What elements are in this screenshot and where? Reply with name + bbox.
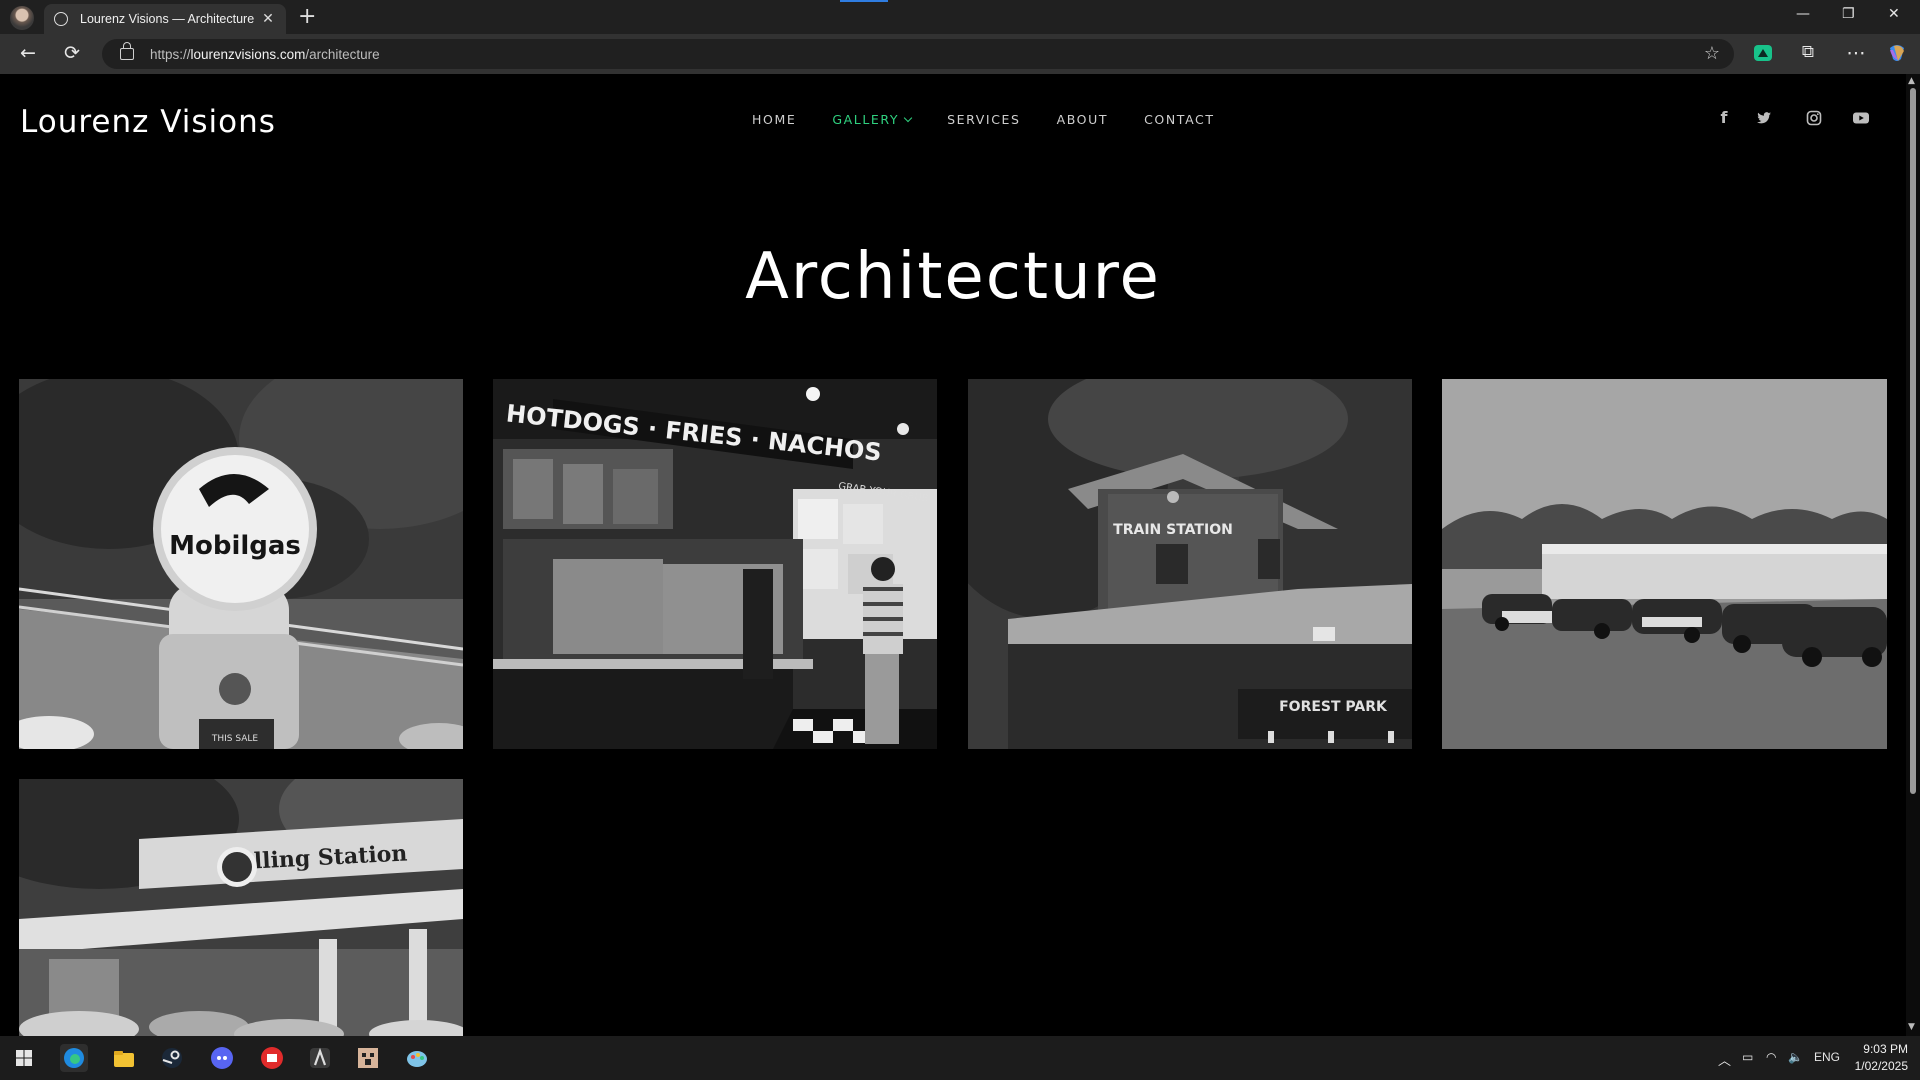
battery-icon[interactable]: ▭ (1742, 1050, 1753, 1064)
extension-green-icon[interactable] (1752, 42, 1774, 64)
mobilgas-sign-text: Mobilgas (169, 531, 301, 561)
clock-time: 9:03 PM (1863, 1042, 1908, 1056)
nav-services[interactable]: SERVICES (947, 112, 1020, 127)
clock-date: 1/02/2025 (1854, 1059, 1908, 1073)
favorite-star-icon[interactable]: ☆ (1704, 43, 1720, 64)
webpage: Lourenz Visions HOME GALLERY SERVICES AB… (0, 74, 1906, 1036)
edge-browser-icon[interactable] (60, 1044, 88, 1072)
close-tab-icon[interactable]: ✕ (260, 11, 276, 27)
browser-toolbar: ← ⟳ https://lourenzvisions.com/architect… (0, 34, 1920, 74)
nav-about[interactable]: ABOUT (1057, 112, 1109, 127)
tray-overflow-chevron-icon[interactable]: ︿ (1718, 1050, 1731, 1069)
page-scrollbar[interactable]: ▲ ▼ (1906, 74, 1920, 1036)
more-menu-icon[interactable]: ⋯ (1844, 42, 1868, 64)
page-title: Architecture (745, 240, 1161, 314)
train-station-sign-text: TRAIN STATION (1113, 522, 1233, 538)
facebook-icon[interactable]: f (1712, 108, 1736, 127)
site-favicon-icon (54, 12, 68, 26)
wifi-icon[interactable]: ◠ (1766, 1050, 1776, 1064)
browser-titlebar: Lourenz Visions — Architecture ✕ + — ❐ ✕ (0, 0, 1920, 34)
browser-tab-active[interactable]: Lourenz Visions — Architecture ✕ (44, 4, 286, 34)
steam-icon[interactable] (158, 1044, 186, 1072)
pump-sale-text: THIS SALE (211, 734, 259, 744)
copilot-icon[interactable] (1886, 42, 1908, 64)
chevron-down-icon (903, 113, 913, 123)
tab-title: Lourenz Visions — Architecture (80, 12, 255, 26)
nav-contact[interactable]: CONTACT (1144, 112, 1214, 127)
nav-home[interactable]: HOME (752, 112, 796, 127)
paint-app-icon[interactable] (404, 1044, 432, 1072)
minimize-button[interactable]: — (1796, 6, 1810, 22)
back-button[interactable]: ← (16, 42, 40, 64)
forest-park-sign-text: FOREST PARK (1279, 699, 1388, 715)
twitter-icon[interactable] (1756, 110, 1772, 126)
lock-icon[interactable] (120, 42, 134, 60)
gallery-photo-train-station[interactable]: TRAIN STATION FOREST PARK (968, 379, 1412, 749)
scroll-up-arrow-icon[interactable]: ▲ (1908, 76, 1915, 86)
gallery-photo-vintage-cars[interactable] (1442, 379, 1887, 749)
windows-start-icon[interactable] (10, 1044, 38, 1072)
windows-taskbar: ︿ ▭ ◠ 🔈 ENG 9:03 PM 1/02/2025 (0, 1036, 1920, 1080)
new-tab-button[interactable]: + (298, 6, 316, 28)
scrollbar-thumb[interactable] (1910, 88, 1916, 794)
red-app-icon[interactable] (258, 1044, 286, 1072)
volume-icon[interactable]: 🔈 (1788, 1050, 1803, 1064)
gallery-photo-hotdog-stand[interactable]: HOTDOGS · FRIES · NACHOS GRAB YOUR GRUB (493, 379, 937, 749)
site-logo[interactable]: Lourenz Visions (20, 104, 276, 140)
extensions-puzzle-icon[interactable]: ⧉ (1796, 42, 1820, 62)
scroll-down-arrow-icon[interactable]: ▼ (1908, 1022, 1915, 1032)
youtube-icon[interactable] (1852, 110, 1870, 126)
gallery-photo-filling-station[interactable]: Filling Station (19, 779, 463, 1036)
profile-avatar[interactable] (10, 6, 34, 30)
instagram-icon[interactable] (1806, 110, 1822, 126)
restore-button[interactable]: ❐ (1842, 6, 1855, 22)
reload-button[interactable]: ⟳ (60, 42, 84, 64)
nav-gallery[interactable]: GALLERY (832, 112, 913, 127)
close-window-button[interactable]: ✕ (1888, 6, 1900, 22)
system-clock[interactable]: 9:03 PM 1/02/2025 (1855, 1041, 1908, 1075)
dark-app-icon[interactable] (306, 1044, 334, 1072)
language-indicator[interactable]: ENG (1814, 1050, 1840, 1064)
gallery-photo-mobilgas[interactable]: Mobilgas THIS SALE (19, 379, 463, 749)
file-explorer-icon[interactable] (110, 1044, 138, 1072)
loading-indicator (840, 0, 888, 2)
minecraft-icon[interactable] (354, 1044, 382, 1072)
main-nav: HOME GALLERY SERVICES ABOUT CONTACT (752, 112, 1251, 127)
address-bar[interactable]: https://lourenzvisions.com/architecture … (102, 39, 1734, 69)
discord-icon[interactable] (208, 1044, 236, 1072)
nav-gallery-label: GALLERY (832, 112, 900, 127)
url-text[interactable]: https://lourenzvisions.com/architecture (150, 47, 380, 62)
